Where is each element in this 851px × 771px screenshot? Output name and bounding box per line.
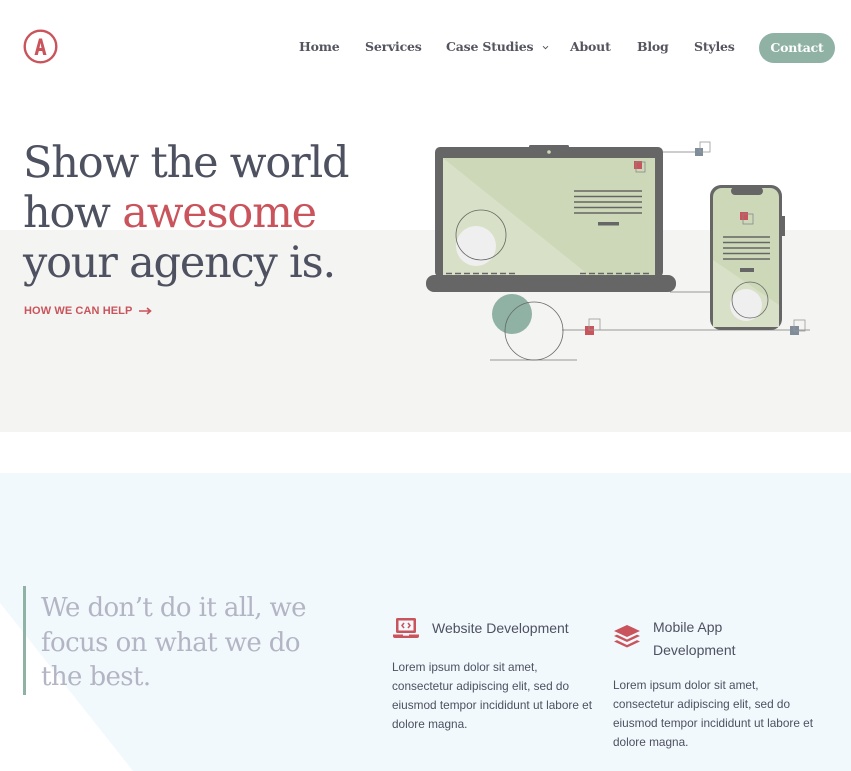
- connector-node-top: [695, 141, 711, 156]
- connector-node-right: [790, 319, 806, 335]
- phone: [710, 185, 785, 330]
- hero-title: Show the world how awesome your agency i…: [23, 138, 350, 288]
- laptop-code-icon: [393, 618, 419, 638]
- chevron-down-icon: [543, 45, 549, 50]
- hero-title-accent: awesome: [122, 188, 317, 238]
- contact-button[interactable]: Contact: [759, 33, 835, 63]
- service-website-development: Website Development Lorem ipsum dolor si…: [392, 615, 592, 734]
- hero-title-line1: Show the world: [23, 138, 350, 188]
- how-we-can-help-link[interactable]: HOW WE CAN HELP: [24, 305, 153, 317]
- nav-item-styles[interactable]: Styles: [694, 39, 735, 54]
- services-quote: We don’t do it all, we focus on what we …: [23, 586, 341, 695]
- nav-item-case-studies-label: Case Studies: [446, 39, 534, 54]
- services-quote-text: We don’t do it all, we focus on what we …: [41, 593, 307, 692]
- site-header: Home Services Case Studies About Blog St…: [0, 0, 851, 92]
- nav-item-case-studies[interactable]: Case Studies: [446, 39, 550, 54]
- arrow-right-icon: [139, 307, 153, 315]
- hero-title-line2-prefix: how: [23, 188, 123, 238]
- hero-title-line3: your agency is.: [23, 238, 336, 288]
- nav-item-services[interactable]: Services: [365, 39, 422, 54]
- nav-item-blog[interactable]: Blog: [637, 39, 669, 54]
- service-description: Lorem ipsum dolor sit amet, consectetur …: [392, 660, 593, 731]
- service-description: Lorem ipsum dolor sit amet, consectetur …: [613, 678, 814, 749]
- nav-item-about[interactable]: About: [570, 39, 611, 54]
- laptop: [426, 145, 676, 292]
- laptop-and-phone-illustration: [426, 141, 810, 361]
- how-we-can-help-label: HOW WE CAN HELP: [24, 305, 133, 317]
- main-nav: Home Services Case Studies About Blog St…: [0, 33, 851, 63]
- decorative-circles: [492, 294, 601, 361]
- nav-item-home[interactable]: Home: [299, 39, 340, 54]
- service-title: Mobile App Development: [653, 619, 736, 658]
- service-mobile-app-development: Mobile App Development Lorem ipsum dolor…: [613, 616, 813, 752]
- layers-icon: [614, 625, 640, 648]
- service-title: Website Development: [432, 620, 569, 636]
